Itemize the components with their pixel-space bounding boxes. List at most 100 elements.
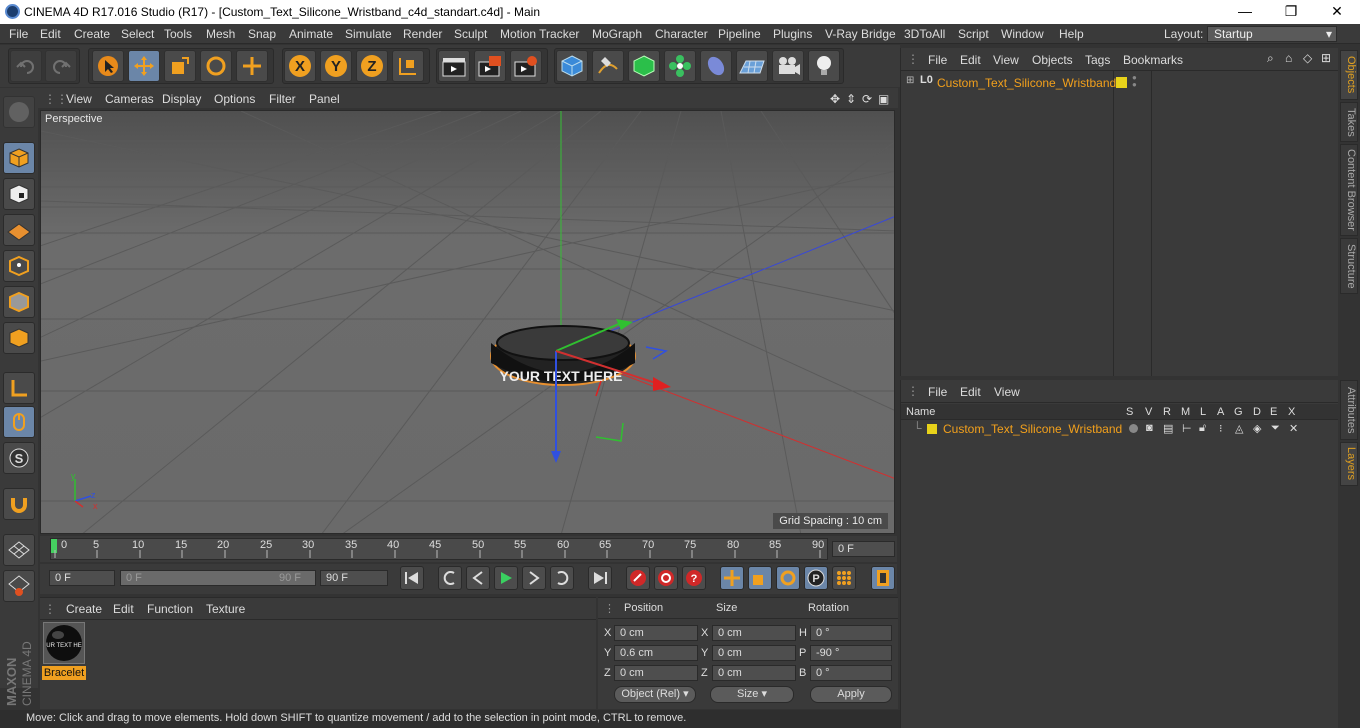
layer-color-swatch[interactable] bbox=[927, 424, 937, 434]
camera-button[interactable] bbox=[772, 50, 804, 82]
generator-icon[interactable]: ◬ bbox=[1235, 422, 1243, 435]
layer-name[interactable]: Custom_Text_Silicone_Wristband bbox=[943, 422, 1122, 436]
make-editable-button[interactable] bbox=[3, 96, 35, 128]
workplane-lock-button[interactable] bbox=[3, 534, 35, 566]
move-view-icon[interactable]: ✥ bbox=[830, 92, 840, 106]
minimize-button[interactable]: — bbox=[1222, 0, 1268, 24]
x-axis-button[interactable]: X bbox=[284, 50, 316, 82]
maximize-view-icon[interactable]: ▣ bbox=[878, 92, 889, 106]
render-settings-button[interactable] bbox=[510, 50, 542, 82]
layer-menu-edit[interactable]: Edit bbox=[960, 385, 981, 399]
obj-menu-bookmarks[interactable]: Bookmarks bbox=[1123, 53, 1183, 67]
rotation-b-field[interactable]: 0 ° bbox=[810, 665, 892, 681]
home-icon[interactable]: ⌂ bbox=[1285, 51, 1292, 65]
tab-takes[interactable]: Takes bbox=[1340, 102, 1358, 142]
key-selection-button[interactable]: ? bbox=[682, 566, 706, 590]
render-view-button[interactable] bbox=[438, 50, 470, 82]
key-rotation-button[interactable] bbox=[776, 566, 800, 590]
menu-sculpt[interactable]: Sculpt bbox=[454, 27, 487, 41]
menu-pipeline[interactable]: Pipeline bbox=[718, 27, 761, 41]
expand-icon[interactable]: ⊞ bbox=[906, 75, 914, 86]
material-name[interactable]: Bracelet bbox=[42, 666, 86, 680]
tab-layers[interactable]: Layers bbox=[1340, 442, 1358, 486]
menu-script[interactable]: Script bbox=[958, 27, 989, 41]
zoom-view-icon[interactable]: ⇕ bbox=[846, 92, 856, 106]
play-button[interactable] bbox=[494, 566, 518, 590]
vp-menu-filter[interactable]: Filter bbox=[269, 92, 296, 106]
goto-end-button[interactable] bbox=[588, 566, 612, 590]
rotation-h-field[interactable]: 0 ° bbox=[810, 625, 892, 641]
prev-key-button[interactable] bbox=[438, 566, 462, 590]
y-axis-button[interactable]: Y bbox=[320, 50, 352, 82]
rotate-view-icon[interactable]: ⟳ bbox=[862, 92, 872, 106]
position-y-field[interactable]: 0.6 cm bbox=[614, 645, 698, 661]
frame-range-slider[interactable]: 0 F 90 F bbox=[120, 570, 316, 586]
menu-render[interactable]: Render bbox=[403, 27, 442, 41]
menu-vray-bridge[interactable]: V-Ray Bridge bbox=[825, 27, 896, 41]
lock-icon[interactable]: 🔓︎ bbox=[1199, 422, 1206, 435]
solo-icon[interactable] bbox=[1129, 424, 1138, 433]
menu-snap[interactable]: Snap bbox=[248, 27, 276, 41]
next-frame-button[interactable] bbox=[522, 566, 546, 590]
current-frame-field[interactable]: 0 F bbox=[832, 541, 895, 557]
timeline-button[interactable] bbox=[871, 566, 895, 590]
pen-spline-button[interactable] bbox=[592, 50, 624, 82]
points-mode-button[interactable] bbox=[3, 250, 35, 282]
layer-row[interactable]: └ Custom_Text_Silicone_Wristband ◙ ▤ ⊢ 🔓… bbox=[901, 421, 1339, 437]
render-icon[interactable]: ▤ bbox=[1163, 422, 1173, 435]
edges-mode-button[interactable] bbox=[3, 286, 35, 318]
mat-menu-function[interactable]: Function bbox=[147, 602, 193, 616]
vp-menu-display[interactable]: Display bbox=[162, 92, 201, 106]
move-tool-button[interactable] bbox=[128, 50, 160, 82]
key-parameter-button[interactable]: P bbox=[804, 566, 828, 590]
tab-structure[interactable]: Structure bbox=[1340, 238, 1358, 294]
end-frame-field[interactable]: 90 F bbox=[320, 570, 388, 586]
transform-tool-button[interactable] bbox=[236, 50, 268, 82]
object-row[interactable]: ⊞ L0 Custom_Text_Silicone_Wristband ● ● bbox=[901, 72, 1339, 92]
record-button[interactable] bbox=[626, 566, 650, 590]
menu-mesh[interactable]: Mesh bbox=[206, 27, 235, 41]
menu-plugins[interactable]: Plugins bbox=[773, 27, 812, 41]
vp-menu-options[interactable]: Options bbox=[214, 92, 255, 106]
maximize-button[interactable]: ❐ bbox=[1268, 0, 1314, 24]
visibility-dots-icon[interactable]: ● ● bbox=[1132, 74, 1137, 89]
subdivision-button[interactable] bbox=[628, 50, 660, 82]
layer-menu-view[interactable]: View bbox=[994, 385, 1020, 399]
tab-objects[interactable]: Objects bbox=[1340, 50, 1358, 100]
tab-content-browser[interactable]: Content Browser bbox=[1340, 144, 1358, 236]
tab-attributes[interactable]: Attributes bbox=[1340, 380, 1358, 440]
size-y-field[interactable]: 0 cm bbox=[712, 645, 796, 661]
cube-button[interactable] bbox=[556, 50, 588, 82]
render-picture-viewer-button[interactable] bbox=[474, 50, 506, 82]
prev-frame-button[interactable] bbox=[466, 566, 490, 590]
undo-button[interactable] bbox=[10, 50, 42, 82]
next-key-button[interactable] bbox=[550, 566, 574, 590]
obj-menu-view[interactable]: View bbox=[993, 53, 1019, 67]
scale-tool-button[interactable] bbox=[164, 50, 196, 82]
menu-3dtoall[interactable]: 3DToAll bbox=[904, 27, 945, 41]
obj-menu-file[interactable]: File bbox=[928, 53, 947, 67]
menu-motion-tracker[interactable]: Motion Tracker bbox=[500, 27, 579, 41]
vp-menu-cameras[interactable]: Cameras bbox=[105, 92, 154, 106]
menu-animate[interactable]: Animate bbox=[289, 27, 333, 41]
menu-help[interactable]: Help bbox=[1059, 27, 1084, 41]
object-name[interactable]: Custom_Text_Silicone_Wristband bbox=[937, 76, 1116, 90]
start-frame-field[interactable]: 0 F bbox=[49, 570, 115, 586]
tweak-mode-button[interactable] bbox=[3, 406, 35, 438]
menu-character[interactable]: Character bbox=[655, 27, 708, 41]
mat-menu-edit[interactable]: Edit bbox=[113, 602, 134, 616]
menu-tools[interactable]: Tools bbox=[164, 27, 192, 41]
layout-select[interactable]: Startup ▾ bbox=[1207, 26, 1337, 42]
layer-menu-file[interactable]: File bbox=[928, 385, 947, 399]
mat-menu-create[interactable]: Create bbox=[66, 602, 102, 616]
animation-icon[interactable]: ⁝ bbox=[1219, 422, 1223, 435]
menu-file[interactable]: File bbox=[9, 27, 28, 41]
layer-color-swatch[interactable] bbox=[1116, 77, 1127, 88]
menu-create[interactable]: Create bbox=[74, 27, 110, 41]
key-scale-button[interactable] bbox=[748, 566, 772, 590]
size-x-field[interactable]: 0 cm bbox=[712, 625, 796, 641]
texture-mode-button[interactable] bbox=[3, 178, 35, 210]
z-axis-button[interactable]: Z bbox=[356, 50, 388, 82]
position-x-field[interactable]: 0 cm bbox=[614, 625, 698, 641]
menu-simulate[interactable]: Simulate bbox=[345, 27, 392, 41]
